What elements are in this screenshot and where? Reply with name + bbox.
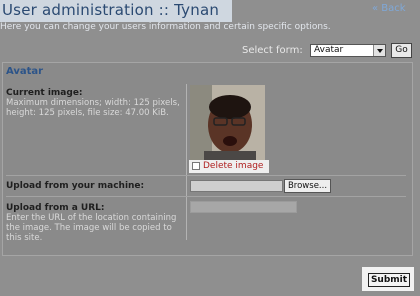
upload-machine-label: Upload from your machine:	[6, 181, 145, 191]
delete-image-label[interactable]: Delete image	[203, 161, 263, 171]
select-form-label: Select form:	[242, 45, 303, 56]
submit-button[interactable]: Submit	[368, 273, 410, 287]
page-intro: Here you can change your users informati…	[0, 22, 331, 32]
back-link[interactable]: « Back	[372, 3, 406, 14]
current-image-hint: Maximum dimensions; width: 125 pixels, h…	[6, 98, 180, 118]
delete-image-checkbox[interactable]	[192, 162, 200, 170]
go-button[interactable]: Go	[391, 43, 412, 58]
url-input[interactable]	[190, 201, 297, 213]
row-divider	[6, 175, 406, 176]
column-divider	[186, 84, 187, 240]
upload-url-label: Upload from a URL:	[6, 203, 105, 213]
upload-url-hint: Enter the URL of the location containing…	[6, 213, 177, 243]
page-title: User administration :: Tynan	[2, 1, 220, 19]
page-title-bar: User administration :: Tynan	[0, 0, 232, 22]
avatar-photo-graphic	[190, 85, 265, 160]
current-image-label: Current image:	[6, 88, 83, 98]
row-divider	[6, 196, 406, 197]
avatar-legend: Avatar	[6, 66, 44, 77]
avatar-image	[190, 85, 265, 160]
select-form-value: Avatar	[314, 45, 344, 55]
file-path-input[interactable]	[190, 180, 283, 192]
browse-button[interactable]: Browse...	[284, 179, 331, 193]
select-form-dropdown[interactable]: Avatar	[310, 44, 386, 57]
chevron-down-icon[interactable]	[373, 45, 385, 56]
